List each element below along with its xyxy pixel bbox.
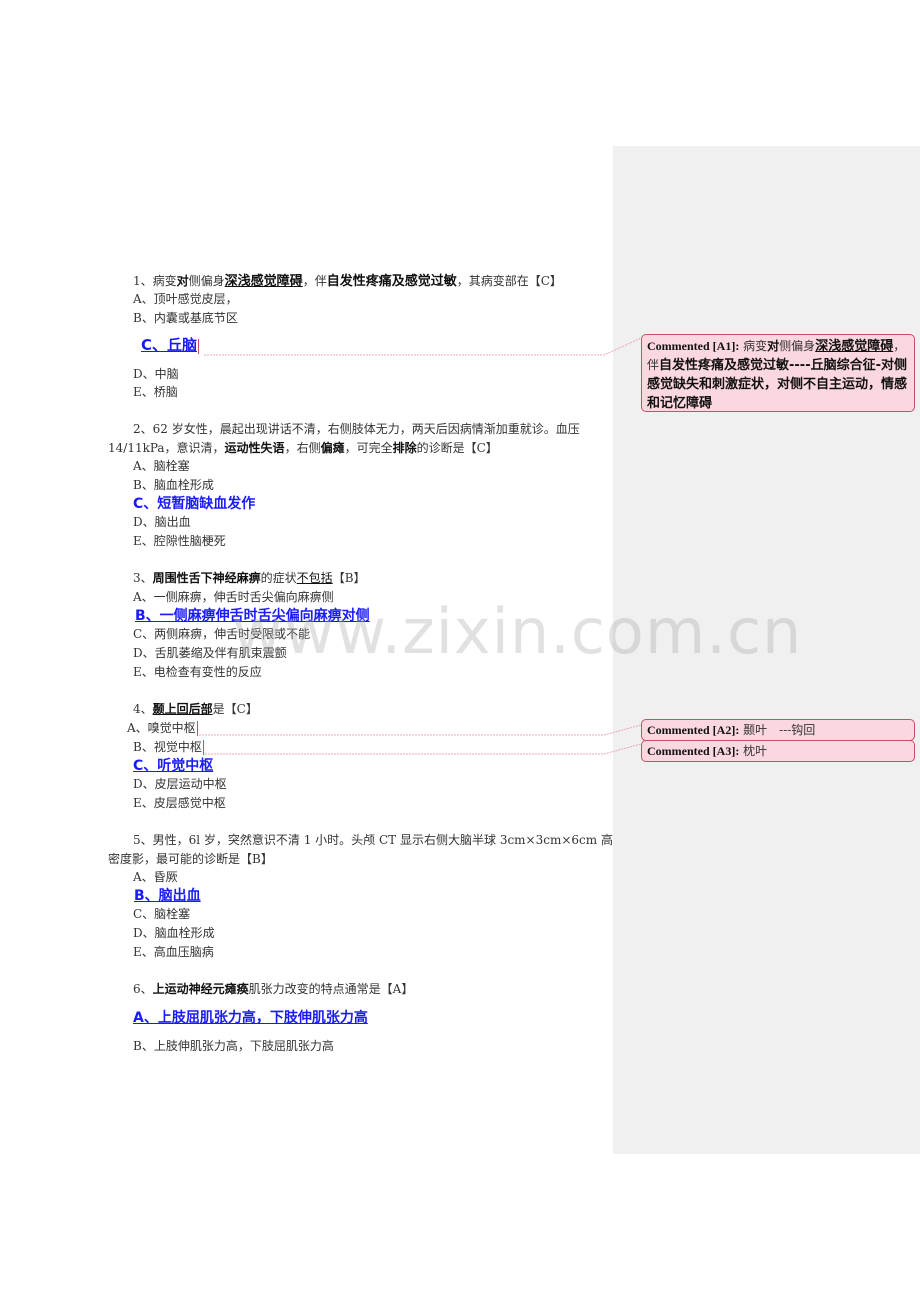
question-5-option-a: A、昏厥 [133, 870, 178, 884]
question-3-option-c: C、两侧麻痹，伸舌时受限或不能 [133, 627, 311, 641]
question-3-stem: 3、周围性舌下神经麻痹的症状不包括【B】 [133, 570, 366, 586]
stem-bold-underline: 深浅感觉障碍 [224, 274, 303, 289]
stem-underline: 不包括 [296, 571, 333, 585]
comment-text: 颞叶 ---钩回 [743, 723, 816, 737]
question-4-option-d: D、皮层运动中枢 [133, 777, 227, 791]
comment-a2[interactable]: Commented [A2]: 颞叶 ---钩回 [641, 719, 915, 741]
stem-text: ，可完全 [344, 441, 393, 455]
answer-text: A、上肢屈肌张力高，下肢伸肌张力高 [133, 1010, 368, 1026]
comment-tag: Commented [A3]: [647, 744, 740, 758]
comment-text: 枕叶 [743, 744, 768, 758]
question-1-option-c-answer: C、丘脑 [141, 336, 200, 354]
comment-text: 病变 [743, 339, 768, 353]
stem-text: 【B】 [332, 571, 366, 585]
comment-text: 侧偏身 [779, 339, 816, 353]
question-4-option-c-answer: C、听觉中枢 [133, 757, 213, 775]
answer-text: C、听觉中枢 [133, 758, 214, 774]
question-2-option-e: E、腔隙性脑梗死 [133, 534, 226, 548]
stem-text: 的症状 [260, 571, 297, 585]
question-4-option-e: E、皮层感觉中枢 [133, 796, 226, 810]
stem-bold: 运动性失语 [224, 441, 285, 455]
question-5-option-c: C、脑栓塞 [133, 907, 191, 921]
question-2-stem-line-2: 14/11kPa，意识清，运动性失语，右侧偏瘫，可完全排除的诊断是【C】 [108, 440, 498, 456]
comment-tag: Commented [A2]: [647, 723, 740, 737]
stem-text: 4、 [133, 702, 153, 716]
question-3-option-a: A、一侧麻痹，伸舌时舌尖偏向麻痹侧 [133, 590, 334, 604]
comment-bold-underline: 深浅感觉障碍 [815, 339, 894, 354]
stem-text: ，右侧 [284, 441, 321, 455]
stem-text: 3、 [133, 571, 153, 585]
stem-bold: 上运动神经元瘫痪 [152, 982, 249, 996]
question-6-option-b: B、上肢伸肌张力高，下肢屈肌张力高 [133, 1039, 334, 1053]
question-5-option-d: D、脑血栓形成 [133, 926, 215, 940]
option-text: A、嗅觉中枢 [127, 721, 196, 735]
question-5-stem-line-2: 密度影，最可能的诊断是【B】 [108, 852, 273, 866]
stem-text: ，其病变部在【C】 [456, 274, 562, 288]
comment-anchor-a2[interactable] [196, 721, 198, 736]
question-1-option-b: B、内囊或基底节区 [133, 311, 238, 325]
question-2-option-c-answer: C、短暂脑缺血发作 [133, 495, 255, 513]
question-3-option-e: E、电检查有变性的反应 [133, 665, 262, 679]
comment-text: 伴 [647, 358, 660, 372]
question-1-stem: 1、病变对侧偏身深浅感觉障碍，伴自发性疼痛及感觉过敏，其病变部在【C】 [133, 273, 562, 290]
stem-text: ，伴 [302, 274, 327, 288]
question-4-option-b: B、视觉中枢 [133, 739, 204, 755]
comment-text: ， [893, 339, 906, 353]
comment-bold: 对 [767, 339, 780, 353]
question-5-stem-line-1: 5、男性，6l 岁，突然意识不清 1 小时。头颅 CT 显示右侧大脑半球 3cm… [133, 833, 613, 847]
stem-text: 的诊断是【C】 [416, 441, 498, 455]
question-1-option-d: D、中脑 [133, 367, 179, 381]
stem-text: 肌张力改变的特点通常是【A】 [248, 982, 414, 996]
stem-bold: 偏瘫 [320, 441, 345, 455]
comment-tag: Commented [A1]: [647, 339, 740, 353]
question-1-option-a: A、顶叶感觉皮层， [133, 292, 238, 306]
comment-anchor-a1[interactable] [198, 339, 200, 354]
comment-a1[interactable]: Commented [A1]: 病变对侧偏身深浅感觉障碍， 伴自发性疼痛及感觉过敏… [641, 334, 915, 412]
comment-bold: 自发性疼痛及感觉过敏----丘脑综合征-对侧感觉缺失和刺激症状，对侧不自主运动，… [647, 358, 908, 411]
stem-bold: 自发性疼痛及感觉过敏 [326, 274, 457, 289]
comment-anchor-a3[interactable] [202, 740, 204, 755]
question-3-option-d: D、舌肌萎缩及伴有肌束震颤 [133, 646, 287, 660]
question-4-stem: 4、颞上回后部是【C】 [133, 701, 258, 717]
question-2-option-a: A、脑栓塞 [133, 459, 190, 473]
stem-bold: 排除 [392, 441, 417, 455]
question-6-option-a-answer: A、上肢屈肌张力高，下肢伸肌张力高 [133, 1009, 368, 1027]
stem-text: 侧偏身 [188, 274, 225, 288]
answer-text: B、一侧麻痹伸舌时舌尖偏向麻痹对侧 [135, 608, 370, 624]
answer-text: B、脑出血 [134, 888, 201, 904]
question-4-option-a: A、嗅觉中枢 [127, 720, 198, 736]
stem-bold-underline: 颞上回后部 [152, 702, 213, 716]
question-2-option-b: B、脑血栓形成 [133, 478, 214, 492]
question-2-stem-line-1: 2、62 岁女性，晨起出现讲话不清，右侧肢体无力，两天后因病情渐加重就诊。血压 [133, 422, 580, 436]
stem-text: 是【C】 [212, 702, 258, 716]
question-5-option-e: E、高血压脑病 [133, 945, 214, 959]
question-1-option-e: E、桥脑 [133, 385, 178, 399]
question-5-option-b-answer: B、脑出血 [120, 887, 201, 905]
question-3-option-b-answer: B、一侧麻痹伸舌时舌尖偏向麻痹对侧 [135, 607, 370, 625]
question-2-option-d: D、脑出血 [133, 515, 191, 529]
question-6-stem: 6、上运动神经元瘫痪肌张力改变的特点通常是【A】 [133, 981, 413, 997]
answer-text: C、短暂脑缺血发作 [133, 496, 256, 512]
comments-pane [613, 146, 920, 1154]
stem-text: 6、 [133, 982, 153, 996]
stem-text: 14/11kPa，意识清， [108, 441, 225, 455]
comment-a3[interactable]: Commented [A3]: 枕叶 [641, 740, 915, 762]
stem-bold: 周围性舌下神经麻痹 [152, 571, 261, 585]
stem-bold: 对 [176, 274, 189, 288]
document-page: 1、病变对侧偏身深浅感觉障碍，伴自发性疼痛及感觉过敏，其病变部在【C】 A、顶叶… [0, 0, 613, 1302]
stem-text: 1、病变 [133, 274, 177, 288]
option-text: B、视觉中枢 [133, 740, 202, 754]
answer-text: C、丘脑 [141, 336, 198, 354]
